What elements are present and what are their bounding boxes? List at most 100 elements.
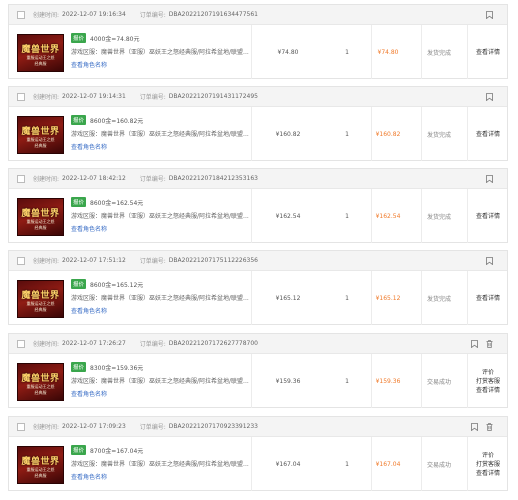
select-checkbox[interactable] <box>17 174 25 183</box>
order-action-link[interactable]: 查看详情 <box>476 48 500 57</box>
bookmark-icon[interactable] <box>471 339 478 348</box>
trash-icon[interactable] <box>486 339 493 348</box>
header-icons <box>486 174 507 183</box>
game-thumbnail[interactable]: 魔兽世界 重服运动王之怒 经典服 <box>17 280 64 318</box>
unit-price: ¥165.12 <box>275 294 301 302</box>
view-role-link[interactable]: 查看角色名称 <box>71 142 249 151</box>
thumbnail-subtitle-2: 经典服 <box>34 143 47 148</box>
order-status: 发货完成 <box>426 295 451 303</box>
order-action-link[interactable]: 查看详情 <box>476 386 500 395</box>
bookmark-icon[interactable] <box>486 10 493 19</box>
order-info: 报价 8700金=167.04元 游戏区服：魔兽世界（亚服）巫妖王之怒经典服/阿… <box>71 445 249 481</box>
order-card: 创建时间: 2022-12-07 17:26:27 订单编号: DBA20221… <box>8 333 508 408</box>
view-role-link[interactable]: 查看角色名称 <box>71 472 249 481</box>
order-number: DBA20221207191431172495 <box>168 93 258 100</box>
order-title[interactable]: 4000金=74.80元 <box>90 34 139 43</box>
game-server: 游戏区服：魔兽世界（亚服）巫妖王之怒经典服/阿拉希盆地/联盟... <box>71 213 249 220</box>
view-role-link[interactable]: 查看角色名称 <box>71 224 249 233</box>
order-title[interactable]: 8700金=167.04元 <box>90 446 143 455</box>
game-server: 游戏区服：魔兽世界（亚服）巫妖王之怒经典服/阿拉希盆地/联盟... <box>71 461 249 468</box>
order-title[interactable]: 8600金=165.12元 <box>90 280 143 289</box>
order-info: 报价 8600金=160.82元 游戏区服：魔兽世界（亚服）巫妖王之怒经典服/阿… <box>71 115 249 151</box>
order-body: 魔兽世界 重服运动王之怒 经典服 报价 8600金=160.82元 游戏区服：魔… <box>9 107 507 161</box>
order-header: 创建时间: 2022-12-07 17:51:12 订单编号: DBA20221… <box>9 251 507 271</box>
quote-tag: 报价 <box>71 197 87 207</box>
created-time-label: 创建时间: <box>33 12 60 19</box>
order-actions: 查看详情 <box>467 107 509 161</box>
thumbnail-subtitle-2: 经典服 <box>34 225 47 230</box>
trash-icon[interactable] <box>486 422 493 431</box>
quote-tag: 报价 <box>71 445 87 455</box>
select-checkbox[interactable] <box>17 92 25 101</box>
created-time-label: 创建时间: <box>33 94 60 101</box>
order-title[interactable]: 8300金=159.36元 <box>90 363 143 372</box>
order-card: 创建时间: 2022-12-07 19:16:34 订单编号: DBA20221… <box>8 4 508 79</box>
order-number: DBA20221207170923391233 <box>168 423 258 430</box>
order-body: 魔兽世界 重服运动王之怒 经典服 报价 8600金=162.54元 游戏区服：魔… <box>9 189 507 243</box>
view-role-link[interactable]: 查看角色名称 <box>71 306 249 315</box>
game-thumbnail[interactable]: 魔兽世界 重服运动王之怒 经典服 <box>17 446 64 484</box>
order-action-link[interactable]: 查看详情 <box>476 130 500 139</box>
thumbnail-title: 魔兽世界 <box>21 374 60 384</box>
header-icons <box>486 10 507 19</box>
select-checkbox[interactable] <box>17 256 25 265</box>
select-checkbox[interactable] <box>17 339 25 348</box>
bookmark-icon[interactable] <box>486 92 493 101</box>
thumbnail-title: 魔兽世界 <box>21 291 60 301</box>
view-role-link[interactable]: 查看角色名称 <box>71 60 249 69</box>
order-action-link[interactable]: 查看详情 <box>476 294 500 303</box>
thumbnail-title: 魔兽世界 <box>21 45 60 55</box>
order-header: 创建时间: 2022-12-07 17:09:23 订单编号: DBA20221… <box>9 417 507 437</box>
order-list: 创建时间: 2022-12-07 19:16:34 订单编号: DBA20221… <box>0 0 518 500</box>
order-action-link[interactable]: 查看详情 <box>476 469 500 478</box>
unit-price: ¥159.36 <box>275 377 301 385</box>
unit-price: ¥160.82 <box>275 130 301 138</box>
bookmark-icon[interactable] <box>486 256 493 265</box>
game-thumbnail[interactable]: 魔兽世界 重服运动王之怒 经典服 <box>17 363 64 401</box>
created-time: 2022-12-07 19:14:31 <box>62 93 126 100</box>
order-status: 发货完成 <box>426 49 451 57</box>
order-body: 魔兽世界 重服运动王之怒 经典服 报价 8600金=165.12元 游戏区服：魔… <box>9 271 507 325</box>
header-icons <box>471 339 507 348</box>
game-server: 游戏区服：魔兽世界（亚服）巫妖王之怒经典服/阿拉希盆地/联盟... <box>71 131 249 138</box>
view-role-link[interactable]: 查看角色名称 <box>71 389 249 398</box>
order-card: 创建时间: 2022-12-07 17:51:12 订单编号: DBA20221… <box>8 250 508 325</box>
order-action-link[interactable]: 评价 <box>482 368 494 377</box>
game-thumbnail[interactable]: 魔兽世界 重服运动王之怒 经典服 <box>17 198 64 236</box>
order-card: 创建时间: 2022-12-07 18:42:12 订单编号: DBA20221… <box>8 168 508 243</box>
unit-price: ¥167.04 <box>275 460 301 468</box>
bookmark-icon[interactable] <box>471 422 478 431</box>
order-header: 创建时间: 2022-12-07 17:26:27 订单编号: DBA20221… <box>9 334 507 354</box>
order-info: 报价 8600金=162.54元 游戏区服：魔兽世界（亚服）巫妖王之怒经典服/阿… <box>71 197 249 233</box>
order-card: 创建时间: 2022-12-07 17:09:23 订单编号: DBA20221… <box>8 416 508 491</box>
created-time: 2022-12-07 19:16:34 <box>62 11 126 18</box>
order-action-link[interactable]: 评价 <box>482 451 494 460</box>
order-card: 创建时间: 2022-12-07 19:14:31 订单编号: DBA20221… <box>8 86 508 161</box>
created-time: 2022-12-07 17:51:12 <box>62 257 126 264</box>
order-title[interactable]: 8600金=162.54元 <box>90 198 143 207</box>
order-action-link[interactable]: 查看详情 <box>476 212 500 221</box>
order-header: 创建时间: 2022-12-07 19:16:34 订单编号: DBA20221… <box>9 5 507 25</box>
order-no-label: 订单编号: <box>139 258 166 265</box>
order-action-link[interactable]: 打赏客服 <box>476 460 500 469</box>
order-status: 交易成功 <box>426 461 451 469</box>
game-server: 游戏区服：魔兽世界（亚服）巫妖王之怒经典服/阿拉希盆地/联盟... <box>71 295 249 302</box>
game-thumbnail[interactable]: 魔兽世界 重服运动王之怒 经典服 <box>17 34 64 72</box>
order-number: DBA20221207184212353163 <box>168 175 258 182</box>
bookmark-icon[interactable] <box>486 174 493 183</box>
order-status: 发货完成 <box>426 131 451 139</box>
unit-price: ¥74.80 <box>277 48 299 56</box>
created-time-label: 创建时间: <box>33 176 60 183</box>
select-checkbox[interactable] <box>17 10 25 19</box>
select-checkbox[interactable] <box>17 422 25 431</box>
order-action-link[interactable]: 打赏客服 <box>476 377 500 386</box>
quote-tag: 报价 <box>71 362 87 372</box>
order-status: 交易成功 <box>426 378 451 386</box>
thumbnail-subtitle-2: 经典服 <box>34 473 47 478</box>
order-title[interactable]: 8600金=160.82元 <box>90 116 143 125</box>
game-thumbnail[interactable]: 魔兽世界 重服运动王之怒 经典服 <box>17 116 64 154</box>
order-no-label: 订单编号: <box>139 176 166 183</box>
unit-price: ¥162.54 <box>275 212 301 220</box>
quote-tag: 报价 <box>71 115 87 125</box>
order-body: 魔兽世界 重服运动王之怒 经典服 报价 8700金=167.04元 游戏区服：魔… <box>9 437 507 491</box>
